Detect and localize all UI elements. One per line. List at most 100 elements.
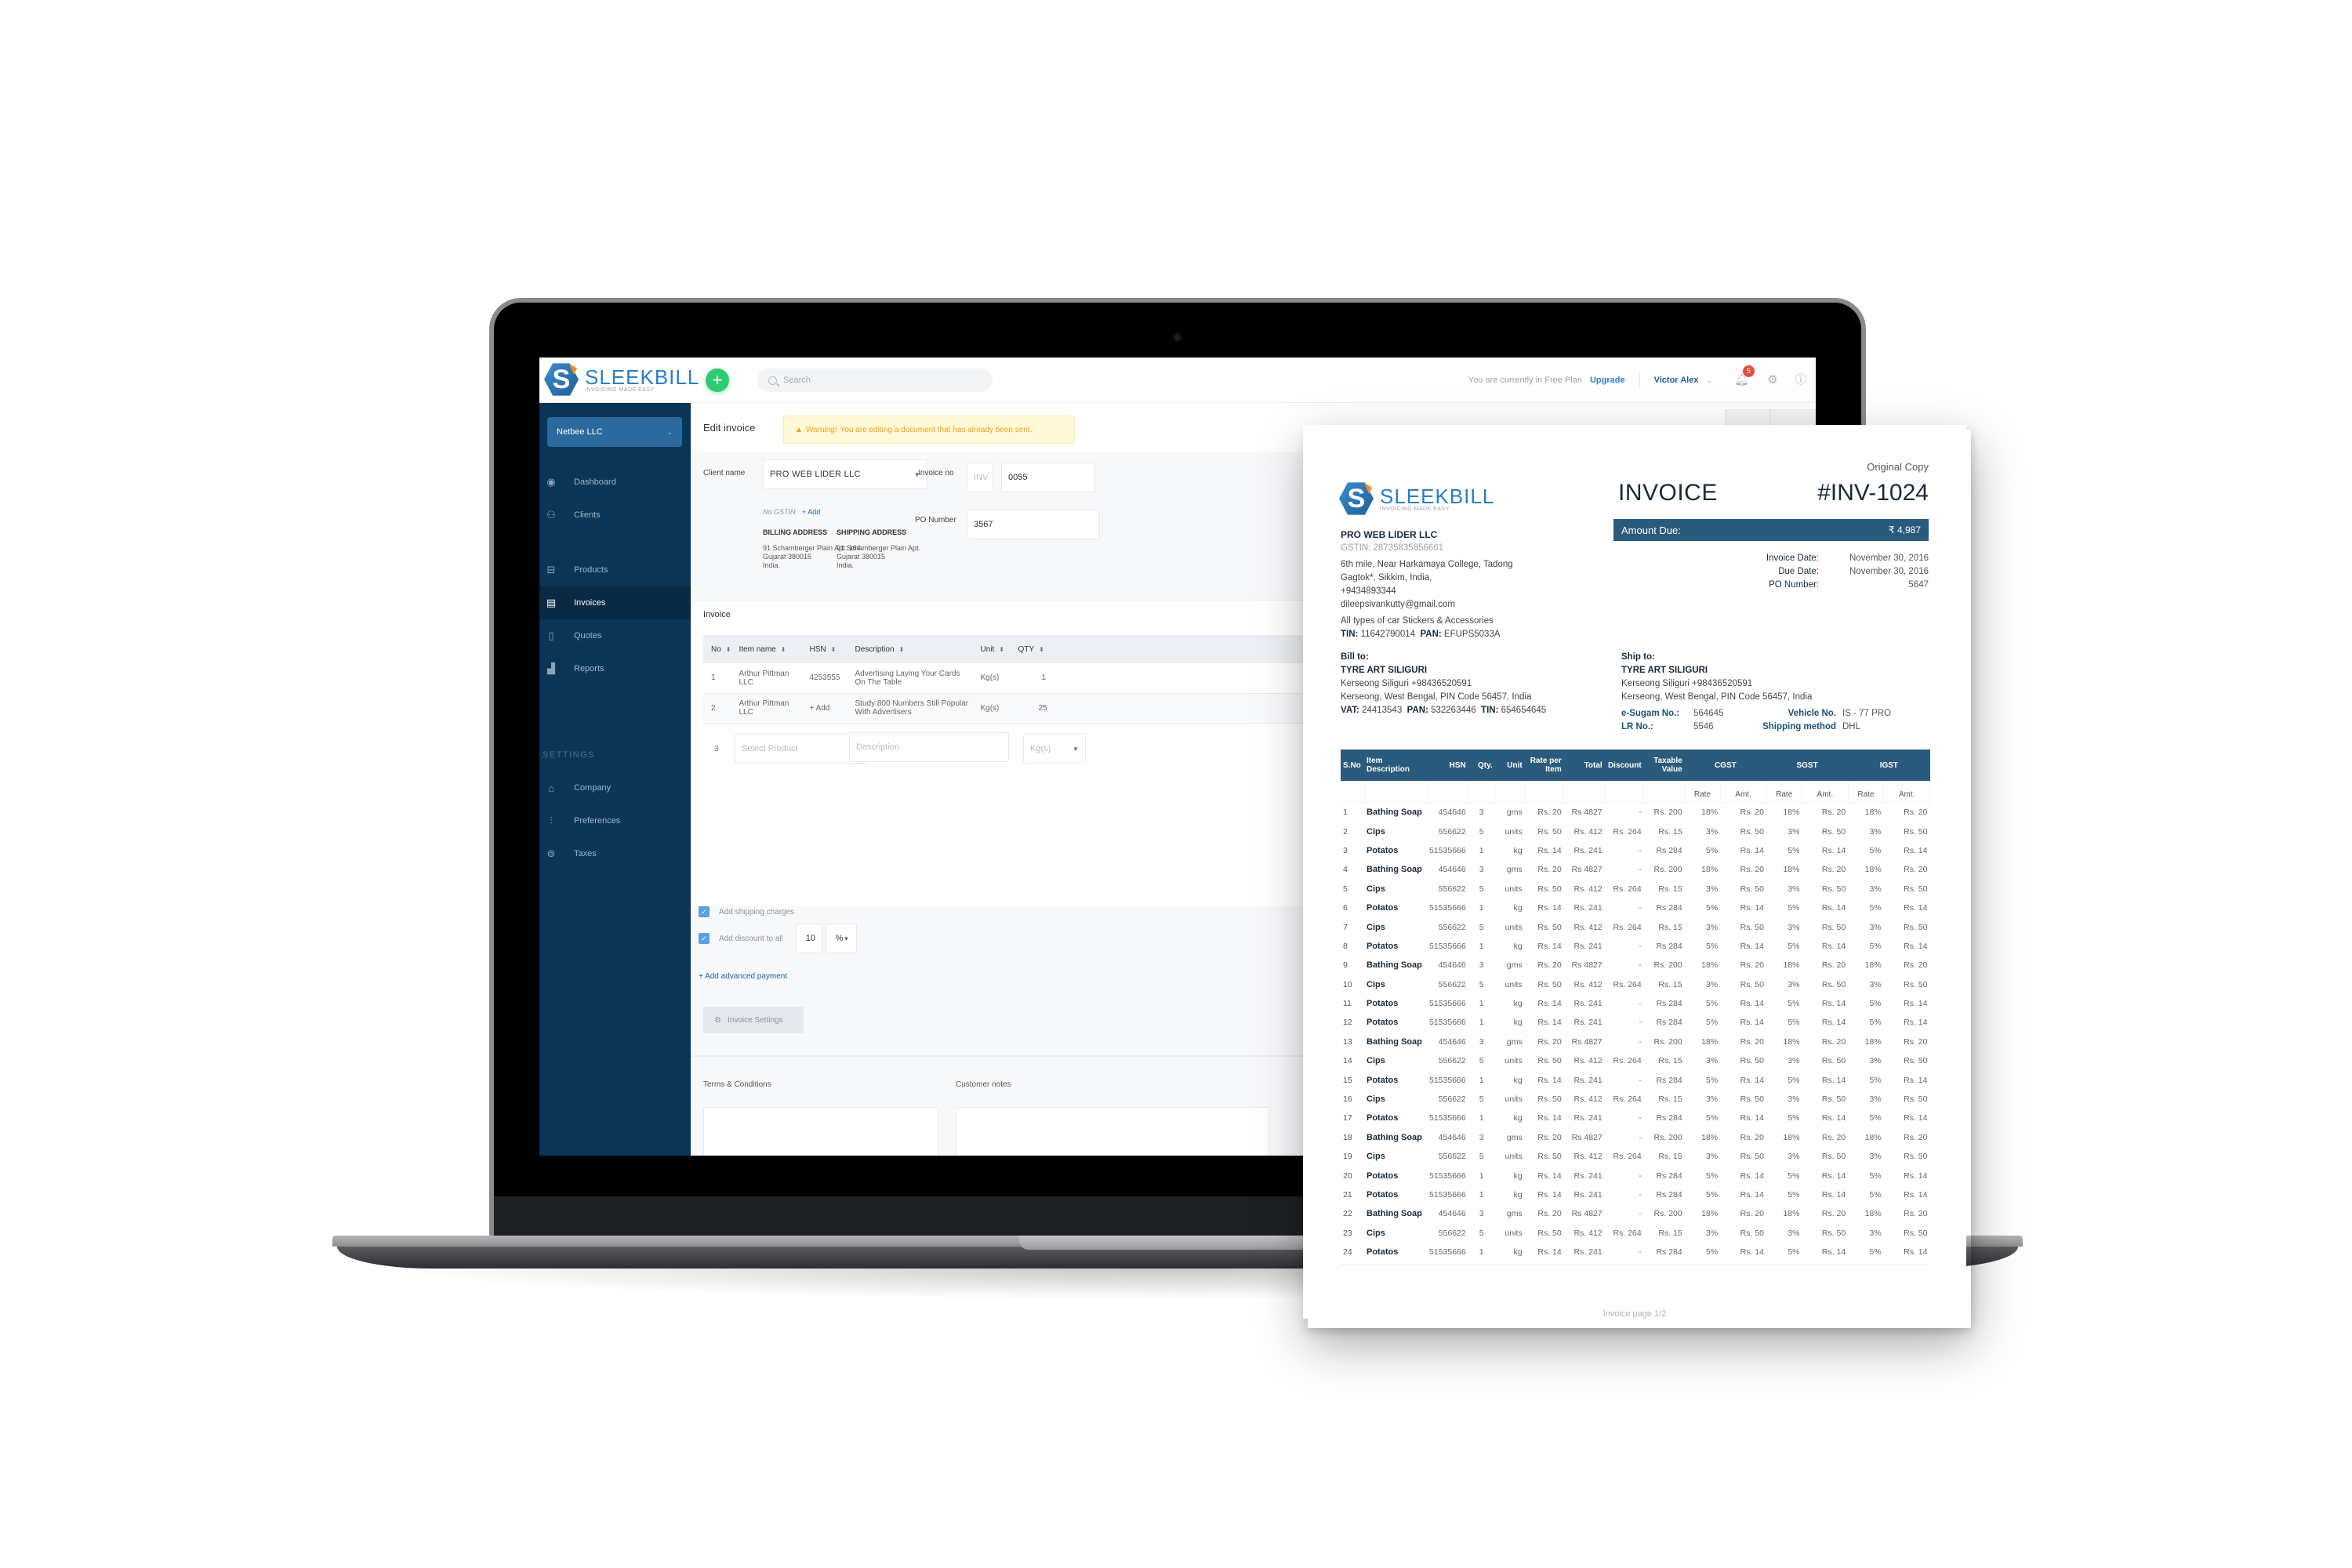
cell-qty: 5 xyxy=(1479,1094,1484,1105)
discount-option[interactable]: ✓ Add discount to all 10 % ▼ xyxy=(699,924,857,953)
po-number-label: PO Number xyxy=(915,516,956,524)
cell-igst-a: Rs. 20 xyxy=(1904,1209,1928,1219)
unit-select[interactable]: Kg(s) ▼ xyxy=(1023,734,1086,764)
cell-total: Rs. 241 xyxy=(1573,903,1602,913)
discount-type-select[interactable]: % ▼ xyxy=(825,924,857,953)
shipping-address-heading: SHIPPING ADDRESS xyxy=(837,528,907,536)
gear-icon[interactable]: ⚙ xyxy=(1766,373,1780,387)
discount-value-field[interactable]: 10 xyxy=(795,924,822,953)
cell-rate: Rs. 50 xyxy=(1537,979,1562,989)
cell-igst-r: 18% xyxy=(1864,808,1882,818)
cell-cgst-a: Rs. 50 xyxy=(1740,826,1764,837)
chevron-down-icon[interactable]: ⌄ xyxy=(1706,376,1712,385)
sidebar-item-taxes[interactable]: ⊚ Taxes xyxy=(539,837,691,870)
document-item-row: 15 Potatos 51535666 1 kg Rs. 14 Rs. 241 - Rs 284… xyxy=(1341,1070,1930,1089)
upgrade-link[interactable]: Upgrade xyxy=(1590,376,1625,385)
cell-sn: 16 xyxy=(1343,1094,1352,1105)
sidebar-item-quotes[interactable]: ▯ Quotes xyxy=(539,619,691,652)
cell-sgst-r: 5% xyxy=(1788,1018,1800,1028)
invoice-number-field[interactable]: 0055 xyxy=(1001,463,1095,492)
invoice-settings-button[interactable]: ⚙ Invoice Settings xyxy=(703,1007,804,1033)
sidebar-nav: ◉ Dashboard ⚇ Clients ⊟ Products ▤ Invoi… xyxy=(539,466,691,870)
add-hsn-link[interactable]: + Add xyxy=(801,693,848,724)
cell-taxable: Rs. 200 xyxy=(1653,808,1682,818)
item-name-link[interactable]: Arthur Pittman LLC xyxy=(731,663,802,694)
column-header-no[interactable]: No ⬍ xyxy=(703,635,731,663)
client-select[interactable]: PRO WEB LIDER LLC ▼ xyxy=(763,459,927,489)
invoice-prefix-field[interactable]: INV xyxy=(967,463,993,492)
app-logo[interactable]: S SLEEKBILL INVOICING MADE EASY xyxy=(544,362,699,397)
sidebar-item-preferences[interactable]: ⫶ Preferences xyxy=(539,804,691,837)
search-input[interactable] xyxy=(783,376,971,385)
cell-hsn: 556622 xyxy=(1438,979,1466,989)
item-name-link[interactable]: Arthur Pittman LLC xyxy=(731,693,802,724)
column-header-unit[interactable]: Unit ⬍ xyxy=(972,635,1011,663)
invoice-settings-label: Invoice Settings xyxy=(727,1015,783,1025)
cell-sgst-r: 5% xyxy=(1788,941,1800,951)
search-box[interactable] xyxy=(757,368,993,392)
add-advanced-payment-link[interactable]: + Add advanced payment xyxy=(699,972,787,981)
invoice-no-label: Invoice no xyxy=(918,469,954,477)
organization-select[interactable]: Netbee LLC ⌄ xyxy=(547,417,682,447)
sidebar-item-invoices[interactable]: ▤ Invoices xyxy=(539,586,691,619)
create-new-button[interactable]: + xyxy=(706,368,729,392)
cell-name: Bathing Soap xyxy=(1367,1132,1422,1142)
description-input[interactable]: Description xyxy=(849,732,1009,762)
checkbox-checked-icon[interactable]: ✓ xyxy=(699,906,710,917)
cell-igst-a: Rs. 20 xyxy=(1904,865,1928,875)
cell-discount: Rs. 264 xyxy=(1613,1152,1642,1162)
column-header-item[interactable]: Item name ⬍ xyxy=(731,635,802,663)
sort-icon: ⬍ xyxy=(725,645,731,653)
cell-unit: units xyxy=(1504,826,1523,837)
info-icon[interactable]: ⓘ xyxy=(1794,373,1808,387)
cell-sn: 19 xyxy=(1343,1152,1352,1162)
mockup-stage: S SLEEKBILL INVOICING MADE EASY + You ar… xyxy=(0,0,2352,1568)
add-gstin-link[interactable]: + Add xyxy=(802,508,820,516)
cell-discount: - xyxy=(1639,1247,1642,1258)
column-header-description[interactable]: Description ⬍ xyxy=(847,635,973,663)
cell-name: Potatos xyxy=(1367,1018,1399,1028)
cell-unit: kg xyxy=(1513,845,1523,855)
terms-textarea[interactable] xyxy=(703,1107,938,1156)
sidebar-item-clients[interactable]: ⚇ Clients xyxy=(539,499,691,532)
cell-igst-r: 3% xyxy=(1869,922,1882,932)
logo-icon: S xyxy=(1339,481,1374,516)
cell-sn: 24 xyxy=(1343,1247,1352,1258)
cell-sgst-r: 18% xyxy=(1783,960,1800,971)
sidebar-item-products[interactable]: ⊟ Products xyxy=(539,554,691,586)
user-menu[interactable]: Victor Alex xyxy=(1654,376,1699,385)
top-bar: S SLEEKBILL INVOICING MADE EASY + You ar… xyxy=(539,358,1816,403)
cell-discount: - xyxy=(1639,1209,1642,1219)
sidebar-item-dashboard[interactable]: ◉ Dashboard xyxy=(539,466,691,499)
cell-total: Rs 4827 xyxy=(1571,808,1602,818)
product-select[interactable]: Select Product ▼ xyxy=(735,734,868,764)
document-item-row: 14 Cips 556622 5 units Rs. 50 Rs. 412 Rs. 264 Rs… xyxy=(1341,1051,1930,1070)
cell-sgst-r: 18% xyxy=(1783,865,1800,875)
customer-notes-textarea[interactable] xyxy=(956,1107,1269,1156)
cell-hsn: 556622 xyxy=(1438,1056,1466,1066)
cell-qty: 3 xyxy=(1479,808,1484,818)
cell-sgst-r: 3% xyxy=(1788,1056,1800,1066)
row-hsn: 4253555 xyxy=(801,663,848,694)
ship-to: Ship to: TYRE ART SILIGURI Kerseong Sili… xyxy=(1621,651,1905,734)
document-item-row: 1 Bathing Soap 454646 3 gms Rs. 20 Rs 4827 - Rs.… xyxy=(1341,803,1930,822)
cell-sgst-r: 5% xyxy=(1788,1171,1800,1181)
po-number-field[interactable]: 3567 xyxy=(967,510,1100,539)
brand-name: SLEEKBILL xyxy=(1380,484,1495,508)
bell-icon[interactable]: 🔔︎ 5 xyxy=(1734,365,1755,387)
document-item-row: 3 Potatos 51535666 1 kg Rs. 14 Rs. 241 - Rs 284 5… xyxy=(1341,841,1930,860)
basket-icon: ⊟ xyxy=(546,564,556,575)
cell-cgst-a: Rs. 50 xyxy=(1740,1228,1764,1238)
checkbox-checked-icon[interactable]: ✓ xyxy=(699,933,710,944)
coins-icon: ⊚ xyxy=(546,848,556,859)
cell-cgst-a: Rs. 20 xyxy=(1740,1036,1764,1047)
shipping-charges-option[interactable]: ✓ Add shipping charges xyxy=(699,906,794,917)
sidebar-item-company[interactable]: ⌂ Company xyxy=(539,771,691,804)
cell-sn: 10 xyxy=(1343,979,1352,989)
column-header-hsn[interactable]: HSN ⬍ xyxy=(801,635,848,663)
sidebar-item-reports[interactable]: ▟ Reports xyxy=(539,652,691,685)
cell-discount: Rs. 264 xyxy=(1613,922,1642,932)
cell-discount: - xyxy=(1639,1018,1642,1028)
cell-total: Rs. 241 xyxy=(1573,1113,1602,1123)
cell-cgst-a: Rs. 20 xyxy=(1740,960,1764,971)
